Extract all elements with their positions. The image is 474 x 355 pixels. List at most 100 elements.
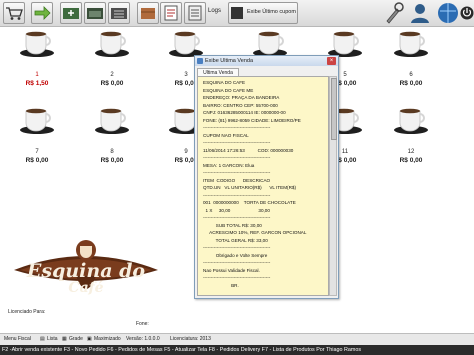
receipt-line: CUPOM NAO FISCAL — [203, 132, 249, 138]
receipt-line: BAIRRO: CENTRO CEP: 55700-000 — [203, 102, 278, 108]
version-label: Versão: 1.0.0.0 — [126, 336, 160, 342]
receipt-line: Nao Possui Validade Fiscal. — [203, 267, 260, 273]
coffee-cup-icon — [20, 31, 54, 57]
cart-icon — [4, 3, 24, 23]
box-button[interactable] — [137, 2, 159, 24]
receipt-scrollbar[interactable] — [329, 76, 337, 296]
table-2[interactable]: 2 R$ 0,00 — [87, 26, 137, 90]
receipt-line: ACRESCIMO 10%, REF. GARCON OPCIONAL — [203, 230, 307, 235]
user-button[interactable] — [408, 1, 432, 25]
table-number: 7 — [35, 149, 39, 155]
coffee-cup-icon — [20, 108, 54, 134]
receipt-line: Obrigado e Volte Sempre — [203, 252, 268, 258]
table-6[interactable]: 6 R$ 0,00 — [386, 26, 436, 90]
arrow-right-icon — [32, 3, 52, 23]
coffee-cup-icon — [95, 31, 129, 57]
scrollbar-thumb[interactable] — [331, 78, 337, 140]
table-total: R$ 1,50 — [25, 80, 49, 87]
coffee-cup-icon — [394, 108, 428, 134]
table-7[interactable]: 7 R$ 0,00 — [12, 103, 62, 167]
receipt-line: MESA: 1 GARCON: Elua — [203, 162, 255, 168]
logs-button[interactable] — [184, 2, 206, 24]
last-cupom-button[interactable]: Exibe Último cupom — [228, 2, 298, 24]
coffee-cup-icon — [169, 31, 203, 57]
coffee-cup-icon — [394, 31, 428, 57]
report-button[interactable] — [160, 2, 182, 24]
receipt-line: ----------------------------------------… — [203, 125, 271, 130]
forward-button[interactable] — [31, 2, 53, 24]
logo-line2: Café — [68, 280, 104, 296]
main-toolbar: Logs Exibe Último cupom — [0, 0, 474, 27]
grade-label[interactable]: Grade — [69, 336, 83, 342]
table-number: 1 — [35, 72, 39, 78]
dialog-title: Exibe Ultima Venda — [205, 58, 253, 64]
logo-line1: Esquina do — [26, 260, 146, 282]
table-total: R$ 0,00 — [100, 80, 124, 87]
maximize-icon[interactable]: ▣ — [87, 336, 92, 342]
folder-add-button[interactable] — [60, 2, 82, 24]
table-number: 8 — [110, 149, 114, 155]
globe-help-icon — [438, 3, 458, 23]
power-icon — [460, 6, 474, 20]
receipt-line: ESQUINA DO CAFE ME — [203, 87, 254, 93]
receipt-line: FONE: (81) 9962-8059 CIDADE: LIMOEIRO/PE — [203, 117, 301, 123]
phone-label: Fone: — [136, 321, 149, 327]
power-button[interactable] — [460, 1, 474, 25]
table-8[interactable]: 8 R$ 0,00 — [87, 103, 137, 167]
function-keys-bar: F2 -Abrir venda existente F3 - Novo Pedi… — [0, 345, 474, 355]
table-number: 12 — [407, 149, 415, 155]
receipt-line: QTD.UN VL UNITARIO(R$) VL ITEM(R$) — [203, 185, 296, 190]
maximizado-label[interactable]: Maximizado — [94, 336, 121, 342]
receipt-text: ESQUINA DO CAFE ESQUINA DO CAFE ME ENDEREÇ… — [197, 76, 329, 296]
last-cupom-label: Exibe Último cupom — [247, 9, 296, 15]
receipt-line: ----------------------------------------… — [203, 192, 271, 198]
grid-view-icon[interactable]: ▦ — [62, 336, 67, 342]
table-number: 6 — [409, 72, 413, 78]
receipt-line: TOTAL GERAL R$: 33,00 — [203, 237, 268, 243]
coffee-cup-icon — [95, 108, 129, 134]
table-12[interactable]: 12 R$ 0,00 — [386, 103, 436, 167]
list-view-icon[interactable]: ▤ — [40, 336, 45, 342]
folder-list-icon — [109, 3, 129, 23]
esquina-do-cafe-logo: Esquina do Café — [6, 232, 166, 307]
receipt-line: ITEM CODIGO DESCRICAO — [203, 177, 271, 183]
table-total: R$ 0,00 — [100, 157, 124, 164]
receipt-line: 11/06/2014 17:26:53 COD: 000000030 — [203, 147, 294, 153]
receipt-line: ENDEREÇO: PRAÇA DA BANDEIRA — [203, 95, 280, 100]
folder-list-button[interactable] — [108, 2, 130, 24]
receipt-line: ----------------------------------------… — [203, 155, 271, 160]
receipt-line: ----------------------------------------… — [203, 215, 271, 220]
license-year-label: Licenciatura: 2013 — [170, 336, 211, 342]
dialog-titlebar[interactable]: Exibe Ultima Venda × — [195, 56, 338, 66]
receipt-line: ESQUINA DO CAFE — [203, 80, 246, 85]
receipt-line: ----------------------------------------… — [203, 170, 271, 175]
help-button[interactable] — [436, 1, 460, 25]
table-total: R$ 0,00 — [399, 157, 423, 164]
licensed-for-label: Licenciado Para: — [8, 309, 46, 315]
receipt-line: ----------------------------------------… — [203, 140, 271, 145]
cupom-icon — [231, 7, 243, 19]
wrench-icon — [386, 2, 404, 24]
receipt-line: SUB TOTAL R$: 30,00 — [203, 222, 262, 228]
receipt-line: ----------------------------------------… — [203, 245, 271, 250]
logs-icon — [185, 3, 205, 23]
menu-fiscal-button[interactable]: Menu Fiscal — [4, 336, 31, 342]
table-total: R$ 0,00 — [25, 157, 49, 164]
table-1[interactable]: 1 R$ 1,50 — [12, 26, 62, 90]
window-icon — [197, 58, 203, 64]
receipt-line: ----------------------------------------… — [203, 275, 271, 280]
folder-icon — [61, 3, 81, 23]
receipt-line: 1 X 30,00 30,00 — [203, 207, 270, 213]
logs-label: Logs — [208, 8, 222, 14]
lista-label[interactable]: Lista — [47, 336, 58, 342]
coffee-cup-icon — [253, 31, 287, 57]
close-icon[interactable]: × — [327, 57, 336, 65]
tools-button[interactable] — [381, 1, 405, 25]
status-bar: Menu Fiscal ▤ Lista ▦ Grade ▣ Maximizado… — [0, 333, 474, 345]
user-icon — [411, 4, 429, 23]
table-number: 2 — [110, 72, 114, 78]
cart-button[interactable] — [3, 2, 25, 24]
table-total: R$ 0,00 — [399, 80, 423, 87]
folder-open-button[interactable] — [84, 2, 106, 24]
coffee-cup-icon — [328, 31, 362, 57]
